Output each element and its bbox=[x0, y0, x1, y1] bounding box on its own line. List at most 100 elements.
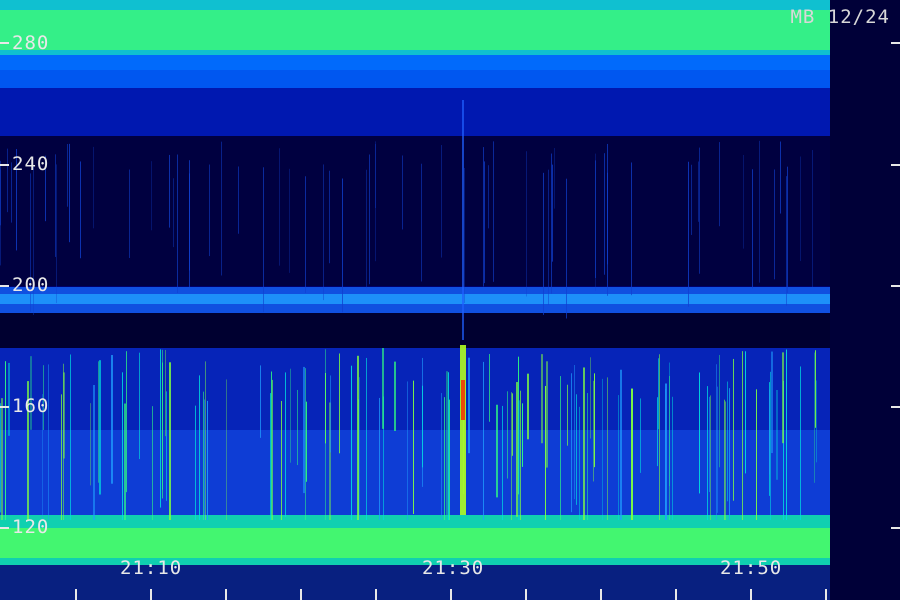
signal-streak bbox=[786, 349, 787, 520]
y-axis-label: 200 bbox=[12, 274, 50, 296]
signal-streak bbox=[727, 381, 728, 502]
signal-streak bbox=[122, 372, 123, 520]
signal-streak bbox=[752, 169, 753, 289]
signal-streak bbox=[707, 386, 708, 520]
signal-streak bbox=[468, 357, 470, 454]
signal-streak bbox=[8, 362, 10, 436]
signal-streak bbox=[325, 349, 326, 520]
signal-streak bbox=[124, 403, 126, 520]
signal-streak bbox=[323, 164, 324, 301]
signal-streak bbox=[413, 380, 414, 515]
signal-streak bbox=[165, 349, 166, 437]
signal-streak bbox=[448, 372, 449, 520]
signal-streak bbox=[814, 352, 815, 483]
signal-streak bbox=[527, 373, 529, 440]
signal-streak bbox=[483, 147, 484, 287]
spectrogram-view: 280 240 200 160 120 21:10 21:30 21:50 MB… bbox=[0, 0, 900, 600]
signal-streak bbox=[545, 385, 546, 520]
signal-streak bbox=[357, 355, 359, 520]
x-tick bbox=[75, 589, 77, 600]
signal-streak bbox=[815, 350, 816, 428]
signal-streak bbox=[579, 406, 580, 520]
signal-streak bbox=[672, 396, 673, 520]
signal-streak bbox=[688, 161, 689, 307]
signal-streak bbox=[594, 373, 595, 468]
signal-streak bbox=[162, 362, 163, 499]
signal-streak bbox=[769, 389, 770, 475]
signal-streak bbox=[169, 362, 171, 520]
signal-streak bbox=[351, 365, 352, 520]
signal-streak bbox=[604, 153, 605, 275]
signal-streak bbox=[444, 397, 445, 520]
signal-streak bbox=[518, 400, 520, 520]
signal-streak bbox=[394, 361, 396, 431]
signal-streak bbox=[800, 366, 801, 520]
signal-peak bbox=[461, 380, 465, 420]
x-tick bbox=[750, 589, 752, 600]
signal-streak bbox=[742, 351, 743, 520]
signal-streak bbox=[774, 169, 775, 280]
signal-streak bbox=[489, 354, 490, 422]
signal-streak bbox=[546, 361, 548, 468]
signal-streak bbox=[787, 166, 788, 293]
signal-streak bbox=[657, 397, 658, 467]
signal-streak bbox=[1, 398, 3, 520]
x-axis-label: 21:10 bbox=[120, 557, 183, 579]
signal-trace bbox=[462, 100, 464, 340]
signal-streak bbox=[5, 361, 6, 520]
x-tick bbox=[450, 589, 452, 600]
signal-streak bbox=[7, 148, 8, 213]
signal-streak bbox=[441, 393, 442, 520]
signal-streak bbox=[70, 354, 71, 520]
signal-streak bbox=[305, 176, 306, 293]
signal-streak bbox=[602, 378, 603, 520]
signal-streak bbox=[271, 371, 272, 520]
x-tick bbox=[600, 589, 602, 600]
signal-streak bbox=[543, 172, 544, 315]
signal-streak bbox=[303, 366, 305, 494]
signal-streak bbox=[719, 142, 720, 227]
signal-streak bbox=[382, 348, 384, 429]
signal-streak bbox=[369, 154, 370, 285]
signal-streak bbox=[329, 170, 330, 264]
spectrogram-image bbox=[0, 0, 900, 600]
signal-streak bbox=[512, 393, 513, 456]
signal-streak bbox=[522, 403, 523, 467]
signal-streak bbox=[541, 354, 543, 444]
signal-streak bbox=[30, 356, 32, 430]
signal-streak bbox=[209, 164, 210, 257]
signal-streak bbox=[812, 150, 813, 288]
signal-streak bbox=[484, 161, 485, 284]
signal-streak bbox=[554, 148, 555, 209]
signal-streak bbox=[205, 361, 206, 520]
signal-streak bbox=[780, 141, 781, 214]
signal-streak bbox=[402, 155, 403, 230]
y-tick-right bbox=[891, 164, 900, 166]
signal-streak bbox=[63, 363, 64, 520]
signal-streak bbox=[759, 140, 760, 283]
signal-streak bbox=[55, 154, 56, 257]
y-tick-right bbox=[891, 406, 900, 408]
signal-streak bbox=[160, 349, 161, 508]
signal-streak bbox=[342, 178, 343, 313]
signal-streak bbox=[464, 167, 465, 303]
signal-streak bbox=[173, 178, 174, 248]
signal-streak bbox=[669, 376, 670, 520]
signal-streak bbox=[270, 393, 271, 520]
x-tick bbox=[825, 589, 827, 600]
x-tick bbox=[375, 589, 377, 600]
signal-streak bbox=[571, 373, 572, 513]
y-tick-right bbox=[891, 527, 900, 529]
signal-burst bbox=[460, 345, 466, 515]
signal-streak bbox=[169, 154, 170, 228]
signal-streak bbox=[526, 151, 527, 297]
y-tick-right bbox=[891, 42, 900, 44]
signal-streak bbox=[631, 388, 633, 520]
signal-streak bbox=[56, 164, 57, 304]
signal-streak bbox=[449, 399, 450, 520]
signal-streak bbox=[507, 391, 508, 479]
signal-streak bbox=[725, 401, 726, 520]
signal-streak bbox=[263, 167, 264, 313]
signal-streak bbox=[111, 355, 113, 484]
signal-streak bbox=[698, 161, 699, 222]
